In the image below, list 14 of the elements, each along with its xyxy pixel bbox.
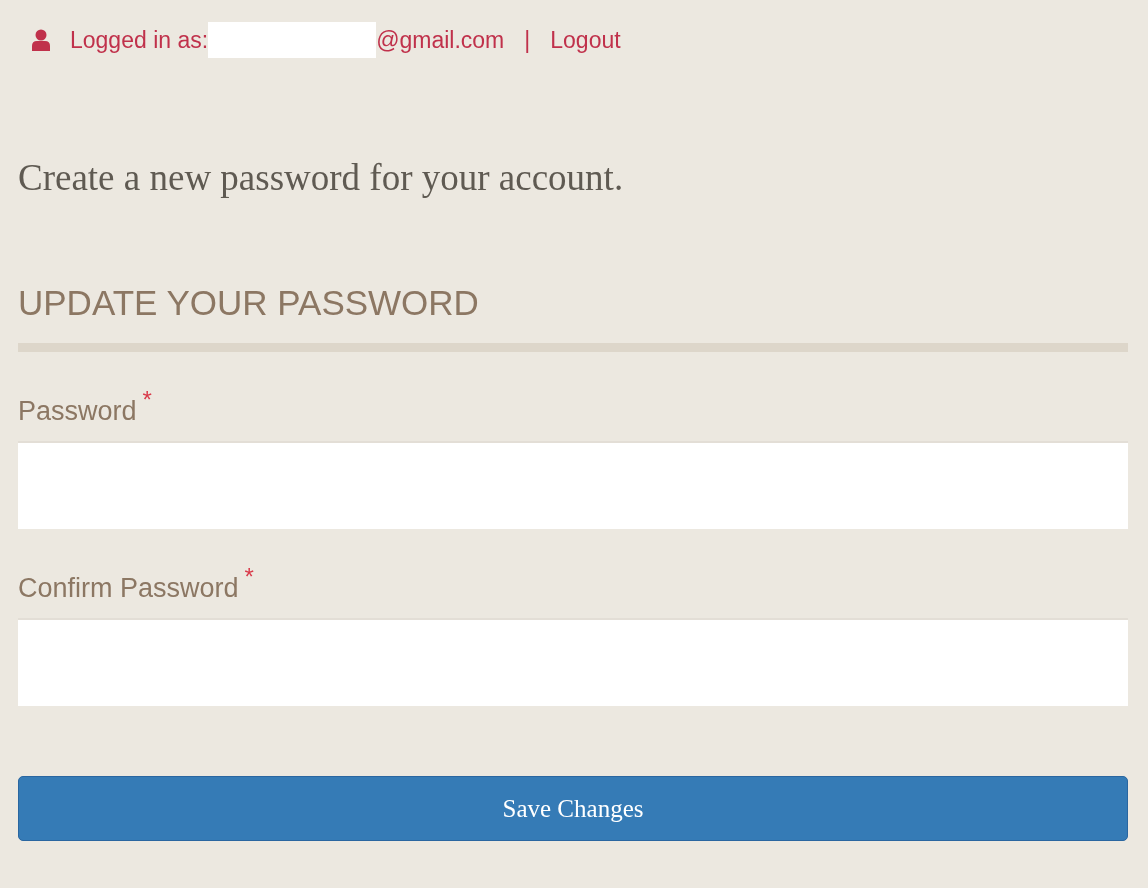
password-field[interactable]	[18, 441, 1128, 529]
logout-link[interactable]: Logout	[550, 26, 621, 54]
email-text: @gmail.com	[376, 26, 505, 54]
user-icon	[32, 29, 50, 51]
logged-in-label: Logged in as:	[70, 26, 209, 54]
separator: |	[524, 26, 531, 54]
required-mark: *	[244, 563, 254, 591]
save-button[interactable]: Save Changes	[18, 776, 1128, 841]
intro-text: Create a new password for your account.	[18, 156, 625, 199]
field-label: Confirm Password	[18, 573, 239, 604]
required-mark: *	[142, 386, 152, 414]
section-title: UPDATE YOUR PASSWORD	[18, 283, 480, 323]
password-field[interactable]	[18, 618, 1128, 706]
field-label: Password	[18, 396, 137, 427]
